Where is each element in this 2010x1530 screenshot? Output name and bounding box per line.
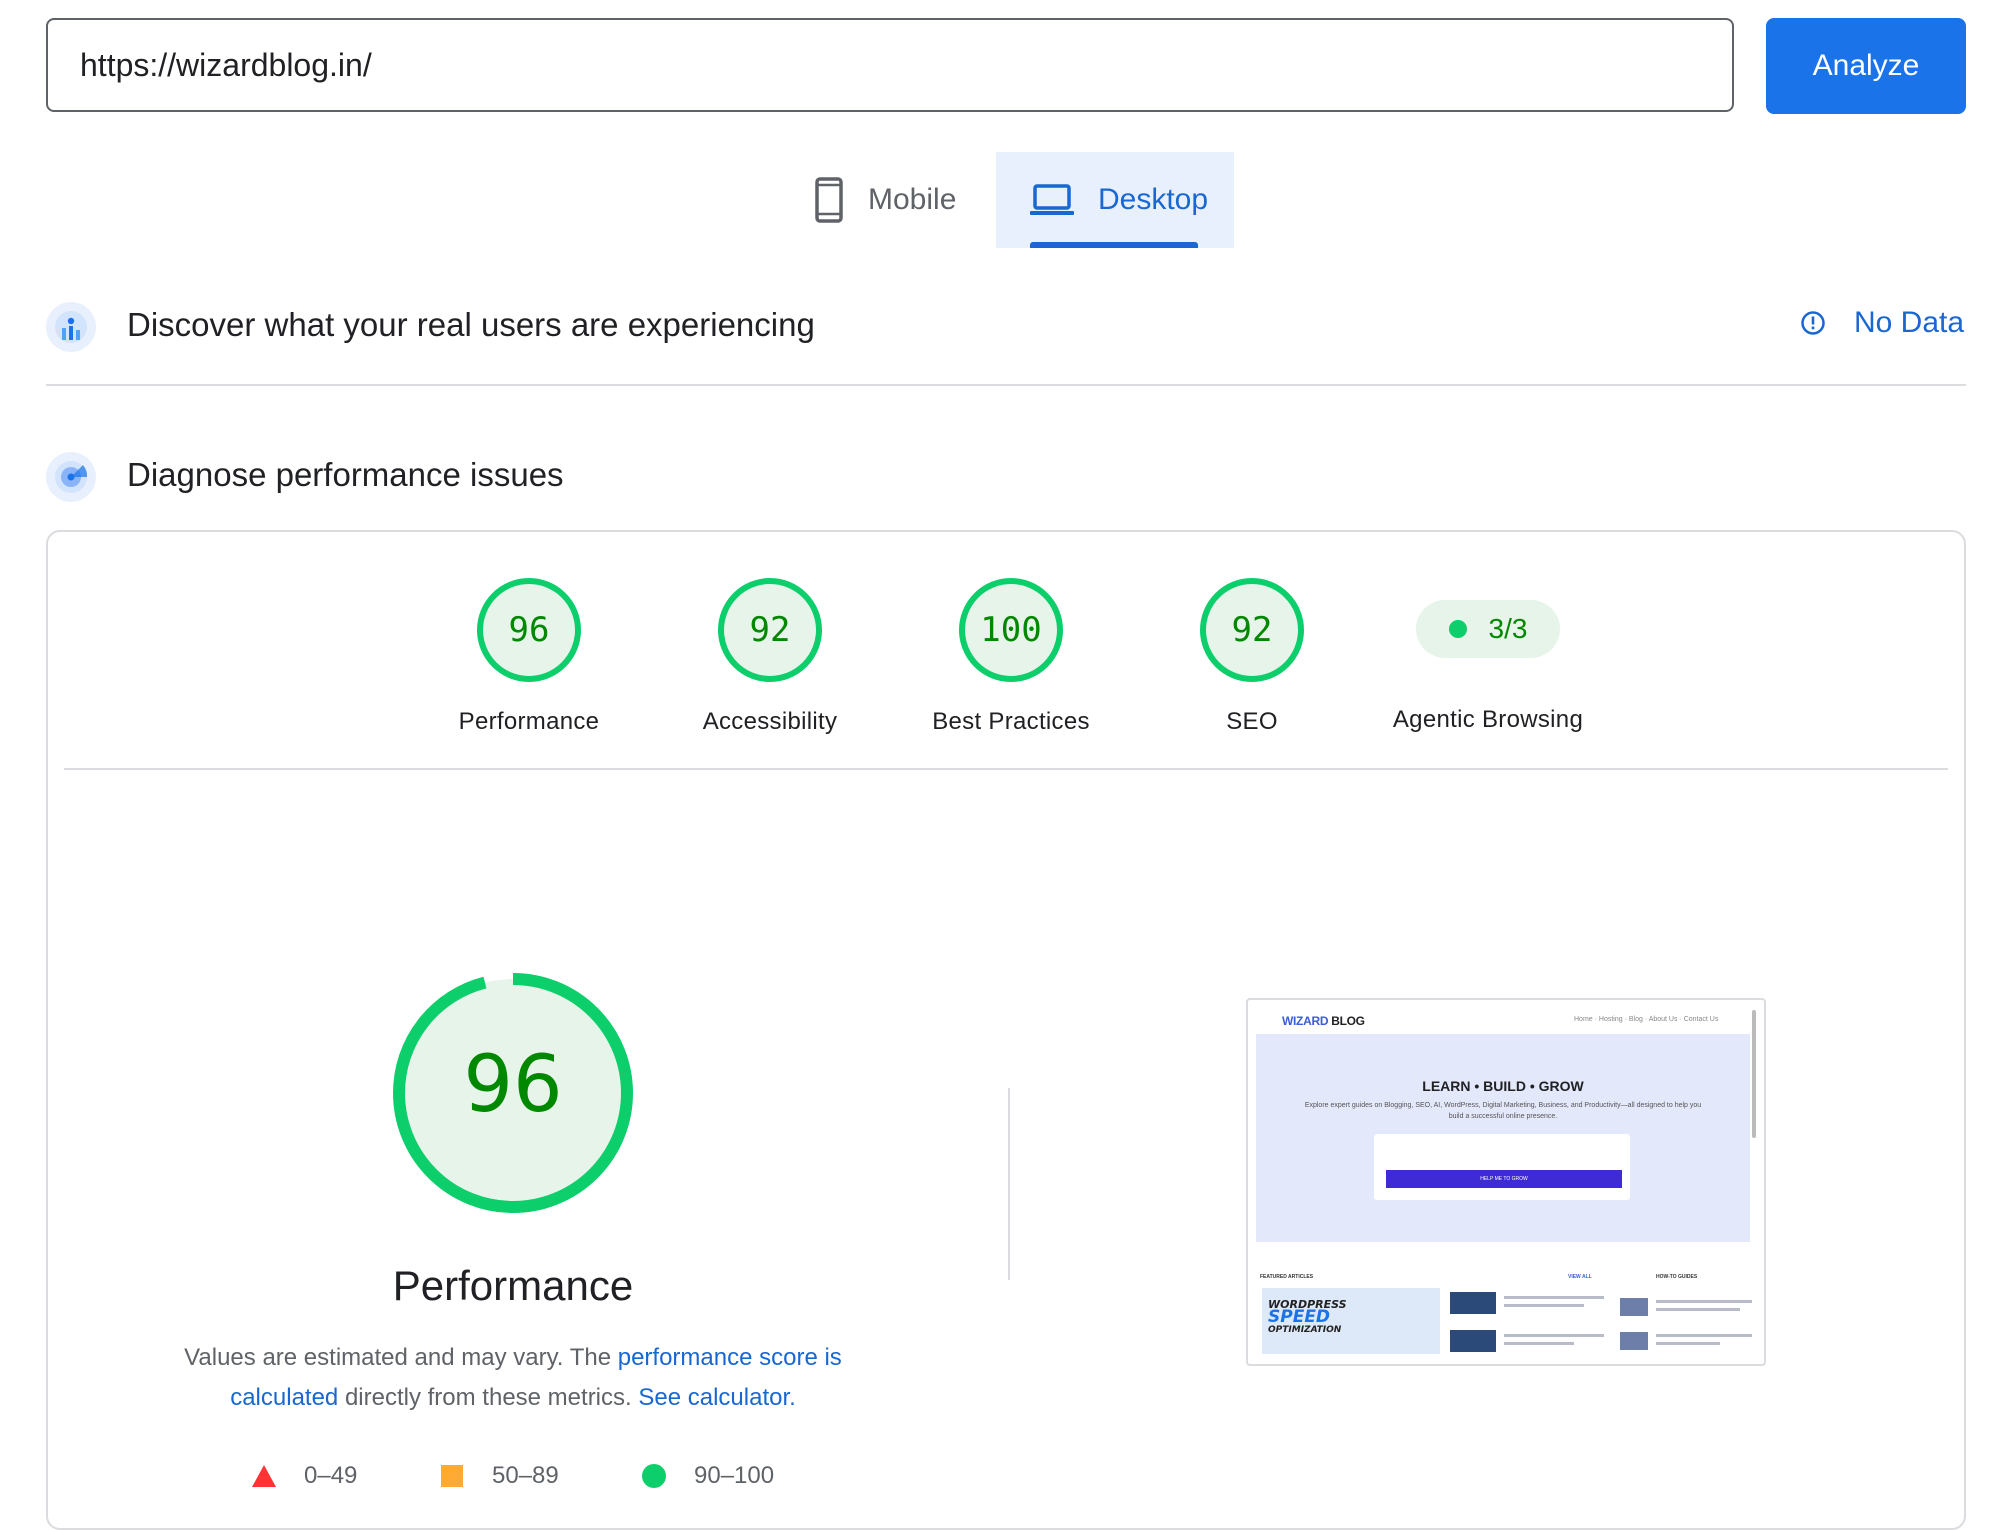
no-data-label: No Data: [1854, 306, 1965, 339]
circle-icon: [642, 1464, 666, 1488]
site-text-line: [1656, 1342, 1720, 1345]
site-text-line: [1504, 1334, 1604, 1337]
category-label: Performance: [458, 708, 600, 735]
card-divider: [64, 768, 1948, 770]
site-thumb: [1450, 1330, 1496, 1352]
info-icon: [1800, 310, 1826, 336]
analyze-button[interactable]: Analyze: [1766, 18, 1966, 114]
site-text-line: [1504, 1304, 1584, 1307]
tab-desktop-label: Desktop: [1098, 183, 1209, 216]
triangle-icon: [252, 1465, 276, 1487]
site-form: [1374, 1134, 1630, 1200]
score-gauge: 92: [718, 578, 822, 682]
legend-range: 90–100: [694, 1462, 775, 1489]
site-hero-title: LEARN • BUILD • GROW: [1422, 1078, 1584, 1094]
performance-description: Values are estimated and may vary. The p…: [150, 1338, 876, 1418]
final-screenshot[interactable]: WIZARD BLOG Home · Hosting · Blog · Abou…: [1246, 998, 1766, 1366]
section-divider: [46, 384, 1966, 386]
site-featured-heading: FEATURED ARTICLES: [1260, 1274, 1314, 1280]
category-seo[interactable]: 92 SEO: [1132, 578, 1372, 736]
legend-pass: 90–100: [642, 1462, 774, 1490]
legend-range: 50–89: [492, 1462, 559, 1489]
crux-no-data-link[interactable]: No Data: [1800, 306, 1964, 340]
performance-score: 96: [463, 1040, 563, 1130]
radar-icon: [46, 452, 96, 502]
category-performance[interactable]: 96 Performance: [409, 578, 649, 736]
site-howto-heading: HOW-TO GUIDES: [1656, 1274, 1698, 1280]
site-view-all: VIEW ALL: [1568, 1274, 1592, 1280]
category-label: Best Practices: [932, 708, 1090, 735]
agentic-score: 3/3: [1488, 613, 1528, 644]
tab-desktop[interactable]: Desktop: [996, 152, 1234, 248]
legend-fail: 0–49: [252, 1462, 357, 1490]
crux-section-title: Discover what your real users are experi…: [127, 306, 815, 343]
site-text-line: [1656, 1300, 1752, 1303]
square-icon: [440, 1465, 464, 1487]
score-gauge: 96: [477, 578, 581, 682]
url-field[interactable]: [46, 18, 1734, 112]
site-nav: Home · Hosting · Blog · About Us · Conta…: [1574, 1016, 1719, 1023]
category-best-practices[interactable]: 100 Best Practices: [891, 578, 1131, 736]
performance-title: Performance: [392, 1262, 634, 1309]
site-text-line: [1504, 1342, 1574, 1345]
site-thumb: [1450, 1292, 1496, 1314]
diagnose-section-title: Diagnose performance issues: [127, 456, 564, 493]
site-hero-subtitle: Explore expert guides on Blogging, SEO, …: [1304, 1102, 1702, 1120]
pass-dot-icon: [1448, 620, 1467, 638]
category-accessibility[interactable]: 92 Accessibility: [650, 578, 890, 736]
legend-average: 50–89: [440, 1462, 559, 1490]
score-gauge: 92: [1200, 578, 1304, 682]
site-thumb: [1620, 1332, 1648, 1350]
category-label: Accessibility: [702, 708, 838, 735]
see-calculator-link[interactable]: See calculator.: [638, 1384, 795, 1411]
tab-active-indicator: [1030, 242, 1198, 248]
site-thumb: [1620, 1298, 1648, 1316]
laptop-icon: [1030, 183, 1074, 217]
tab-mobile-label: Mobile: [868, 183, 957, 216]
site-text-line: [1656, 1308, 1740, 1311]
legend-range: 0–49: [304, 1462, 358, 1489]
site-text-line: [1656, 1334, 1752, 1337]
desc-text: Values are estimated and may vary. The: [184, 1344, 618, 1371]
users-chart-icon: [46, 302, 96, 352]
category-label: Agentic Browsing: [1392, 706, 1584, 733]
site-logo: WIZARD BLOG: [1282, 1014, 1365, 1028]
url-input[interactable]: [78, 45, 1702, 85]
tab-mobile[interactable]: Mobile: [806, 152, 996, 248]
vertical-divider: [1008, 1088, 1010, 1280]
phone-icon: [814, 177, 844, 223]
category-label: SEO: [1226, 708, 1278, 735]
agentic-browsing-badge[interactable]: 3/3: [1416, 600, 1560, 658]
site-featured-text: WORDPRESS SPEED OPTIMIZATION: [1268, 1298, 1347, 1335]
score-gauge: 100: [959, 578, 1063, 682]
desc-text: directly from these metrics.: [338, 1384, 639, 1411]
agentic-label-wrap: Agentic Browsing: [1368, 706, 1608, 734]
site-text-line: [1504, 1296, 1604, 1299]
site-form-button: HELP ME TO GROW: [1386, 1170, 1622, 1188]
site-scrollbar: [1752, 1010, 1756, 1138]
